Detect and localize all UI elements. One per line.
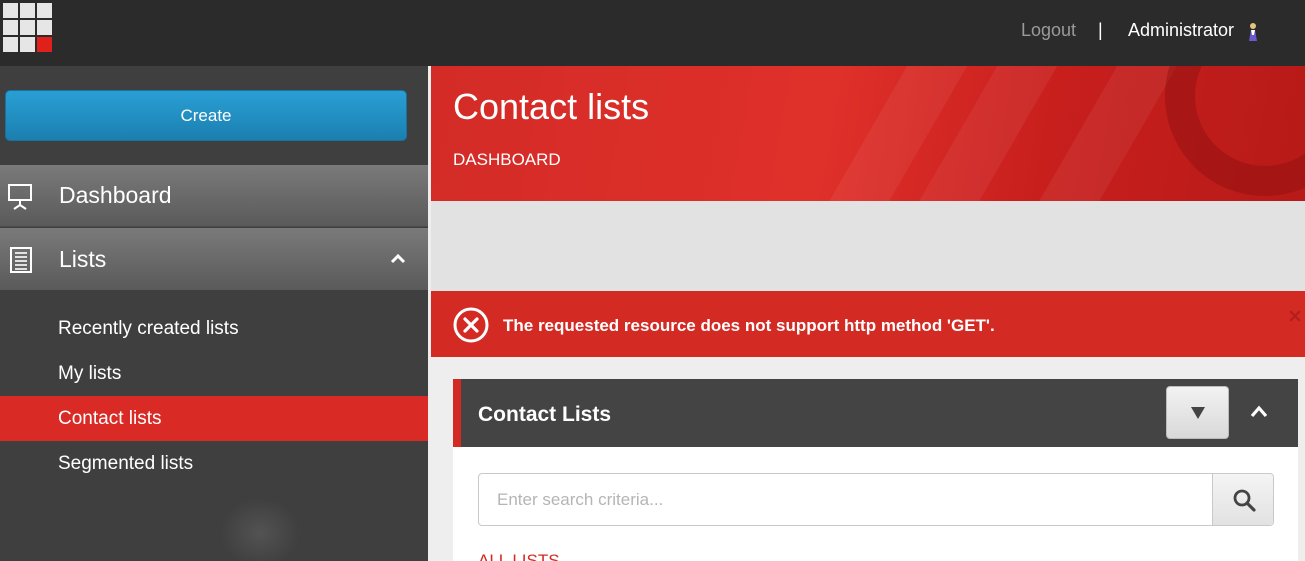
sidebar-decoration <box>220 498 300 561</box>
chevron-up-icon[interactable] <box>390 252 406 264</box>
caret-down-icon <box>1191 407 1205 419</box>
sidebar-item-dashboard[interactable]: Dashboard <box>0 165 428 227</box>
nav-separator: | <box>1098 20 1103 40</box>
user-name-link[interactable]: Administrator <box>1128 20 1234 41</box>
all-lists-link[interactable]: ALL LISTS <box>478 551 560 561</box>
presentation-board-icon <box>8 184 32 210</box>
sidebar-item-label: Lists <box>59 245 107 272</box>
error-notification: The requested resource does not support … <box>431 291 1305 357</box>
top-bar: Logout | Administrator <box>0 0 1305 66</box>
main-content: Contact lists DASHBOARD The requested re… <box>431 66 1305 561</box>
sidebar-subitem-contact-lists[interactable]: Contact lists <box>0 396 428 441</box>
toolbar-area <box>431 201 1305 291</box>
sidebar: Create Dashboard Lists Recently created … <box>0 66 428 561</box>
sidebar-subitem-recently-created-lists[interactable]: Recently created lists <box>0 306 428 351</box>
list-icon <box>10 247 32 273</box>
app-launcher-icon[interactable] <box>3 3 52 52</box>
create-button[interactable]: Create <box>5 90 407 141</box>
logout-link[interactable]: Logout <box>1021 20 1076 41</box>
panel-dropdown-button[interactable] <box>1166 386 1229 439</box>
contact-lists-panel-body: ALL LISTS <box>453 447 1298 561</box>
breadcrumb-dashboard[interactable]: DASHBOARD <box>453 150 561 170</box>
error-message: The requested resource does not support … <box>503 316 995 335</box>
search-box <box>478 473 1274 526</box>
sidebar-subitem-segmented-lists[interactable]: Segmented lists <box>0 441 428 486</box>
sidebar-subitem-my-lists[interactable]: My lists <box>0 351 428 396</box>
chevron-up-icon[interactable] <box>1250 404 1268 418</box>
page-title: Contact lists <box>453 86 650 127</box>
sidebar-item-lists[interactable]: Lists <box>0 228 428 290</box>
search-button[interactable] <box>1212 474 1273 525</box>
page-header-banner: Contact lists DASHBOARD <box>431 66 1305 201</box>
error-circle-icon <box>453 307 489 343</box>
contact-lists-panel-header: Contact Lists <box>453 379 1298 447</box>
search-input[interactable] <box>479 474 1213 525</box>
sidebar-item-label: Dashboard <box>59 182 172 208</box>
close-icon[interactable] <box>1289 310 1301 322</box>
panel-title: Contact Lists <box>478 403 612 426</box>
search-icon <box>1233 489 1256 512</box>
user-avatar-icon[interactable] <box>1246 21 1260 43</box>
